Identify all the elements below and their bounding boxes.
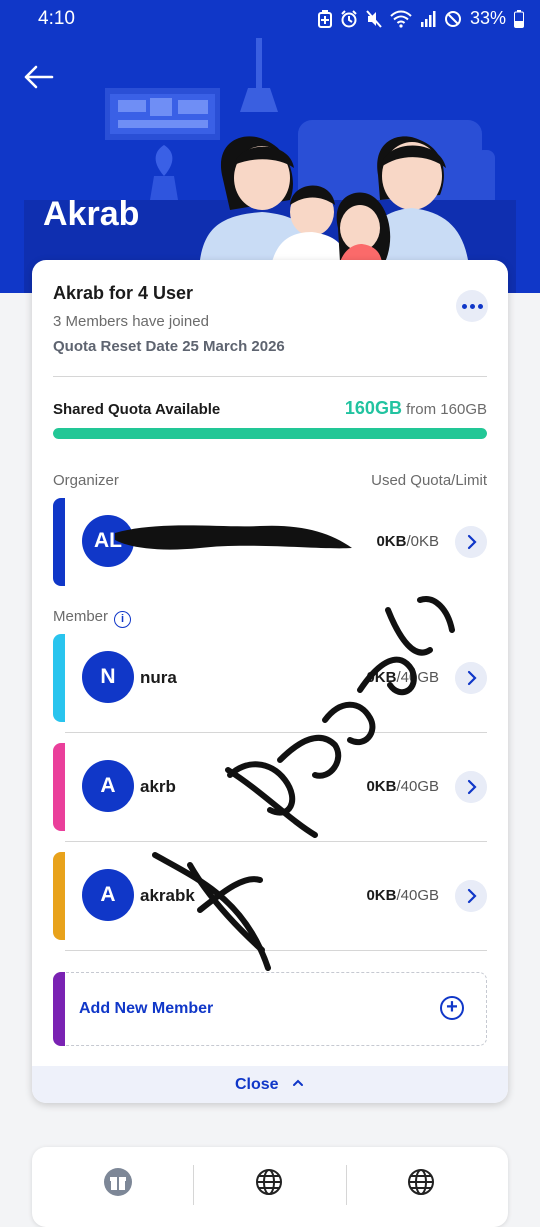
back-arrow-icon[interactable] — [22, 60, 56, 94]
more-icon — [461, 303, 467, 309]
row-divider — [65, 732, 487, 733]
member-usage: 0KB/0KB — [376, 533, 439, 550]
quota-progress-bar — [53, 428, 487, 439]
member-name: akrb — [140, 777, 176, 796]
close-text: Close — [234, 1076, 279, 1093]
row-divider — [65, 950, 487, 951]
close-label: Close — [32, 1076, 508, 1094]
shared-quota-label: Shared Quota Available — [53, 401, 221, 418]
avatar: AL — [82, 515, 134, 567]
usage-limit: /40GB — [396, 778, 439, 795]
member-row[interactable]: A akrabk 0KB/40GB — [53, 852, 487, 940]
quota-progress-fill — [53, 428, 487, 439]
usage-used: 0KB — [366, 778, 397, 795]
no-sim-icon — [444, 10, 461, 27]
avatar: A — [82, 760, 134, 812]
hero-header: 4:10 33% Akrab — [0, 0, 540, 293]
quota-reset-date: Quota Reset Date 25 March 2026 — [53, 338, 285, 355]
usage-used: 0KB — [376, 533, 407, 550]
member-label-text: Member — [53, 608, 109, 625]
member-name: nura — [140, 668, 177, 687]
add-new-member-label: Add New Member — [79, 1000, 214, 1017]
signal-icon — [420, 10, 436, 27]
chevron-right-icon[interactable] — [455, 771, 487, 803]
member-label: Member i — [53, 608, 132, 628]
battery-saver-icon — [317, 9, 332, 28]
quota-available: 160GB — [344, 398, 402, 418]
bottom-options-card — [32, 1147, 508, 1227]
nav-separator — [193, 1165, 194, 1205]
info-icon[interactable]: i — [114, 611, 132, 628]
members-joined-text: 3 Members have joined — [53, 313, 209, 330]
status-bar: 4:10 33% — [0, 0, 540, 38]
more-options-button[interactable] — [456, 290, 488, 322]
quota-total: from 160GB — [406, 401, 487, 418]
status-icons: 33% — [317, 8, 524, 29]
avatar: A — [82, 869, 134, 921]
close-button[interactable]: Close — [32, 1066, 508, 1103]
chevron-up-icon — [293, 1079, 304, 1086]
shared-quota-value: 160GB from 160GB — [345, 398, 487, 419]
plus-circle-icon: + — [440, 996, 464, 1020]
more-icon-dot — [477, 303, 483, 309]
battery-icon — [514, 9, 524, 28]
page-title: Akrab — [43, 195, 140, 233]
status-time: 4:10 — [38, 8, 75, 29]
akrab-package-card: Akrab for 4 User 3 Members have joined Q… — [32, 260, 508, 1103]
chevron-right-icon[interactable] — [455, 526, 487, 558]
battery-percent: 33% — [469, 8, 506, 28]
gift-icon[interactable] — [103, 1167, 133, 1197]
member-name: akrabk — [140, 886, 195, 905]
more-icon-dot — [469, 303, 475, 309]
divider — [53, 376, 487, 377]
row-color-stripe — [53, 498, 65, 586]
member-usage: 0KB/40GB — [366, 887, 439, 904]
usage-used: 0KB — [366, 887, 397, 904]
row-divider — [65, 841, 487, 842]
usage-limit: /40GB — [396, 887, 439, 904]
mute-icon — [366, 9, 382, 28]
add-new-member-button[interactable]: Add New Member + — [53, 972, 487, 1046]
row-color-stripe — [53, 743, 65, 831]
used-quota-limit-label: Used Quota/Limit — [371, 472, 487, 489]
chevron-right-icon[interactable] — [455, 662, 487, 694]
globe-icon[interactable] — [254, 1167, 284, 1197]
usage-used: 0KB — [366, 669, 397, 686]
member-row[interactable]: A akrb 0KB/40GB — [53, 743, 487, 831]
member-row[interactable]: N nura 0KB/40GB — [53, 634, 487, 722]
row-color-stripe — [53, 852, 65, 940]
avatar: N — [82, 651, 134, 703]
organizer-row[interactable]: AL 0KB/0KB — [53, 498, 487, 586]
row-color-stripe — [53, 972, 65, 1046]
usage-limit: /40GB — [396, 669, 439, 686]
wifi-icon — [390, 10, 412, 28]
member-usage: 0KB/40GB — [366, 669, 439, 686]
organizer-label: Organizer — [53, 472, 119, 489]
row-color-stripe — [53, 634, 65, 722]
alarm-icon — [341, 9, 357, 27]
package-title: Akrab for 4 User — [53, 283, 194, 303]
usage-limit: /0KB — [406, 533, 439, 550]
globe-icon[interactable] — [406, 1167, 436, 1197]
chevron-right-icon[interactable] — [455, 880, 487, 912]
family-illustration — [24, 38, 516, 293]
member-usage: 0KB/40GB — [366, 778, 439, 795]
nav-separator — [346, 1165, 347, 1205]
